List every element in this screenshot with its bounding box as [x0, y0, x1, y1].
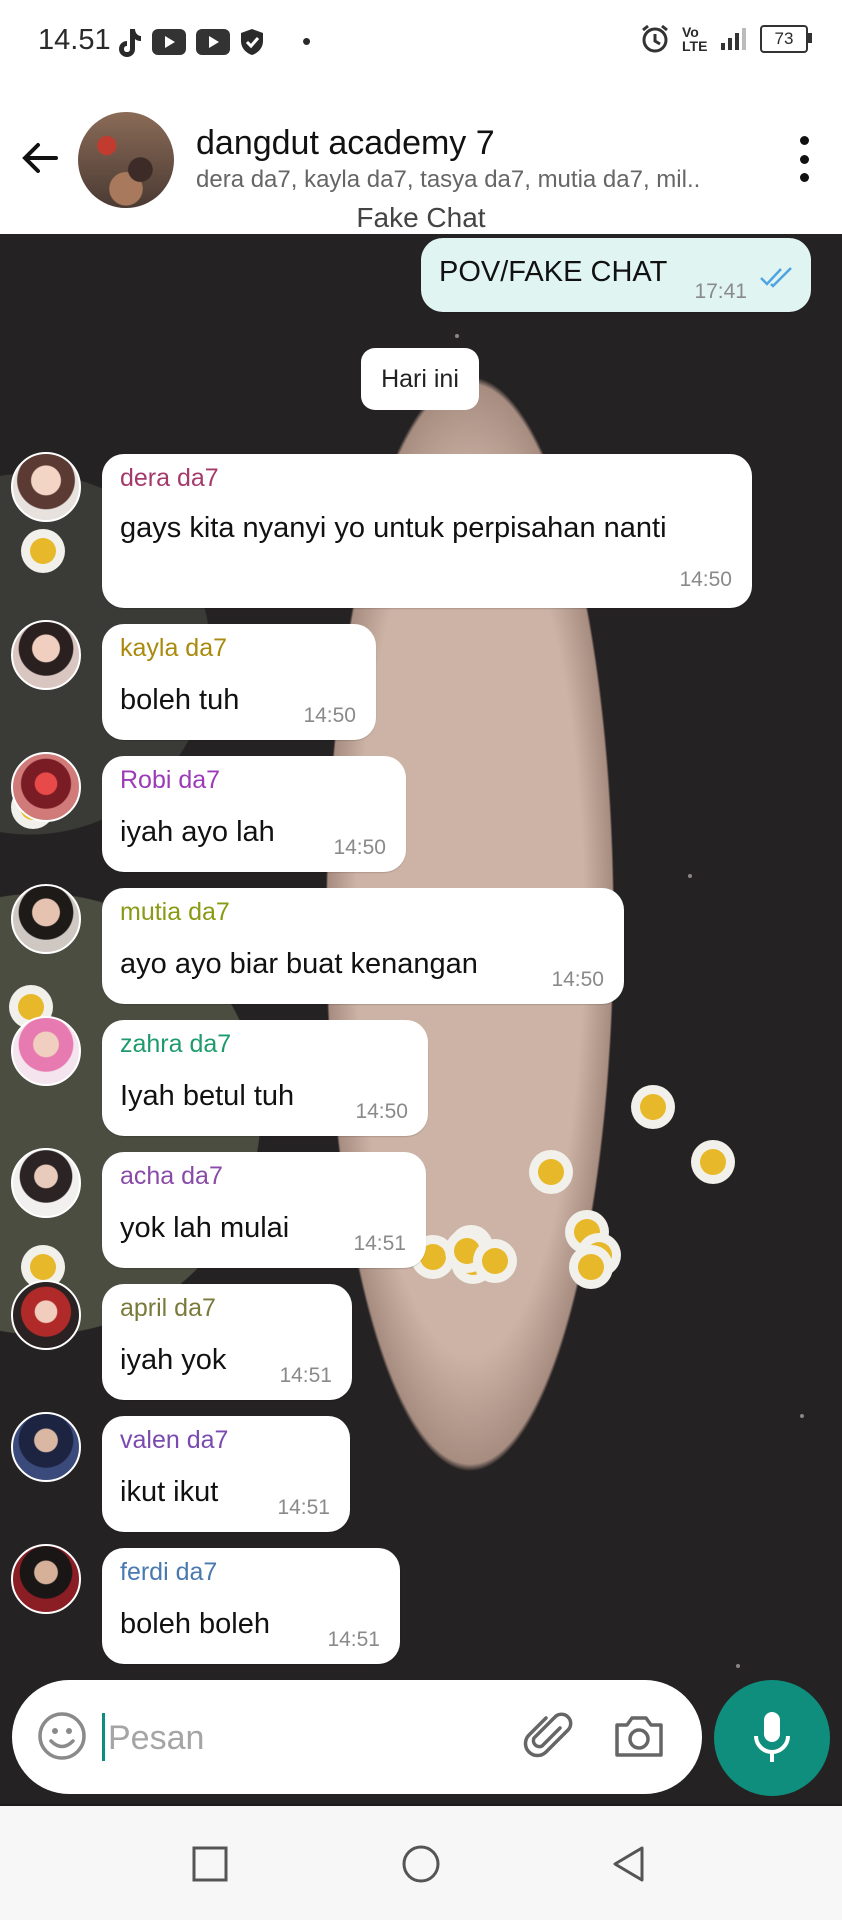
- status-icons-right: Vo LTE 73: [640, 24, 812, 54]
- incoming-message-bubble[interactable]: kayla da7 boleh tuh 14:50: [102, 624, 376, 740]
- group-avatar[interactable]: [78, 112, 174, 208]
- message-text: yok lah mulai: [120, 1212, 290, 1244]
- status-dot: •: [302, 26, 312, 56]
- message-time: 14:50: [551, 968, 604, 991]
- back-icon[interactable]: [609, 1844, 649, 1884]
- sender-name: dera da7: [120, 464, 219, 492]
- date-chip: Hari ini: [361, 348, 479, 410]
- youtube-icon: [196, 28, 230, 55]
- message-text: gays kita nyanyi yo untuk perpisahan nan…: [120, 512, 667, 544]
- chat-area[interactable]: POV/FAKE CHAT 17:41 Hari ini dera da7 ga…: [0, 234, 842, 1804]
- message-text: iyah ayo lah: [120, 816, 275, 848]
- flower-decoration: [454, 1238, 480, 1264]
- speck-decoration: [688, 874, 692, 878]
- tiktok-icon: [119, 28, 141, 57]
- message-text: boleh tuh: [120, 684, 240, 716]
- message-time: 14:51: [279, 1364, 332, 1387]
- mic-button[interactable]: [714, 1680, 830, 1796]
- status-icons-left: •: [116, 26, 311, 57]
- text-caret: [102, 1713, 105, 1761]
- attach-icon[interactable]: [522, 1708, 578, 1764]
- battery-level: 73: [774, 29, 794, 48]
- message-text: ikut ikut: [120, 1476, 219, 1508]
- avatar-dera[interactable]: [11, 452, 81, 522]
- avatar-acha[interactable]: [11, 1148, 81, 1218]
- flower-decoration: [538, 1159, 564, 1185]
- incoming-message-bubble[interactable]: zahra da7 Iyah betul tuh 14:50: [102, 1020, 428, 1136]
- avatar-robi[interactable]: [11, 752, 81, 822]
- more-options-icon[interactable]: [796, 136, 812, 182]
- sender-name: zahra da7: [120, 1030, 232, 1058]
- recents-icon[interactable]: [190, 1844, 230, 1884]
- avatar-zahra[interactable]: [11, 1016, 81, 1086]
- group-members[interactable]: dera da7, kayla da7, tasya da7, mutia da…: [196, 166, 716, 194]
- incoming-message-bubble[interactable]: mutia da7 ayo ayo biar buat kenangan 14:…: [102, 888, 624, 1004]
- incoming-message-bubble[interactable]: valen da7 ikut ikut 14:51: [102, 1416, 350, 1532]
- message-text: ayo ayo biar buat kenangan: [120, 948, 478, 980]
- group-title[interactable]: dangdut academy 7: [196, 124, 495, 163]
- message-time: 17:41: [694, 280, 747, 303]
- message-text: iyah yok: [120, 1344, 227, 1376]
- message-input[interactable]: [106, 1705, 510, 1771]
- speck-decoration: [736, 1664, 740, 1668]
- avatar-ferdi[interactable]: [11, 1544, 81, 1614]
- read-receipt-icon: [760, 267, 792, 288]
- signal-icon: [721, 28, 746, 50]
- message-time: 14:50: [303, 704, 356, 727]
- status-time: 14.51: [38, 24, 111, 56]
- message-time: 14:50: [679, 568, 732, 591]
- navigation-bar: [0, 1806, 842, 1920]
- speck-decoration: [800, 1414, 804, 1418]
- youtube-icon: [152, 28, 186, 55]
- status-bar: 14.51 • Vo LTE 73: [0, 0, 842, 86]
- message-text: boleh boleh: [120, 1608, 270, 1640]
- avatar-mutia[interactable]: [11, 884, 81, 954]
- incoming-message-bubble[interactable]: ferdi da7 boleh boleh 14:51: [102, 1548, 400, 1664]
- incoming-message-bubble[interactable]: acha da7 yok lah mulai 14:51: [102, 1152, 426, 1268]
- incoming-message-bubble[interactable]: april da7 iyah yok 14:51: [102, 1284, 352, 1400]
- incoming-message-bubble[interactable]: dera da7 gays kita nyanyi yo untuk perpi…: [102, 454, 752, 608]
- network-label: Vo LTE: [682, 24, 708, 54]
- flower-decoration: [30, 538, 56, 564]
- sender-name: april da7: [120, 1294, 216, 1322]
- emoji-icon[interactable]: [36, 1710, 88, 1762]
- avatar-kayla[interactable]: [11, 620, 81, 690]
- avatar-april[interactable]: [11, 1280, 81, 1350]
- message-time: 14:51: [327, 1628, 380, 1651]
- flower-decoration: [482, 1248, 508, 1274]
- sender-name: valen da7: [120, 1426, 229, 1454]
- message-time: 14:51: [353, 1232, 406, 1255]
- message-text: Iyah betul tuh: [120, 1080, 295, 1112]
- sender-name: mutia da7: [120, 898, 230, 926]
- message-time: 14:50: [355, 1100, 408, 1123]
- message-time: 14:51: [277, 1496, 330, 1519]
- flower-decoration: [30, 1254, 56, 1280]
- sent-message-bubble[interactable]: POV/FAKE CHAT 17:41: [421, 238, 811, 312]
- battery-icon: 73: [760, 25, 812, 53]
- fake-chat-label: Fake Chat: [356, 202, 486, 233]
- message-composer: [12, 1680, 702, 1794]
- sender-name: ferdi da7: [120, 1558, 218, 1586]
- incoming-message-bubble[interactable]: Robi da7 iyah ayo lah 14:50: [102, 756, 406, 872]
- sender-name: kayla da7: [120, 634, 228, 662]
- alarm-icon: [642, 24, 668, 53]
- message-text: POV/FAKE CHAT: [439, 256, 668, 288]
- camera-icon[interactable]: [612, 1710, 666, 1762]
- back-arrow-icon[interactable]: [16, 134, 64, 182]
- flower-decoration: [700, 1149, 726, 1175]
- shield-icon: [241, 28, 263, 55]
- sender-name: acha da7: [120, 1162, 223, 1190]
- speck-decoration: [455, 334, 459, 338]
- avatar-valen[interactable]: [11, 1412, 81, 1482]
- message-time: 14:50: [333, 836, 386, 859]
- mic-icon: [754, 1712, 790, 1762]
- flower-decoration: [574, 1219, 600, 1245]
- flower-decoration: [578, 1254, 604, 1280]
- flower-decoration: [640, 1094, 666, 1120]
- chat-header: dangdut academy 7 dera da7, kayla da7, t…: [0, 86, 842, 234]
- sender-name: Robi da7: [120, 766, 221, 794]
- home-icon[interactable]: [401, 1844, 441, 1884]
